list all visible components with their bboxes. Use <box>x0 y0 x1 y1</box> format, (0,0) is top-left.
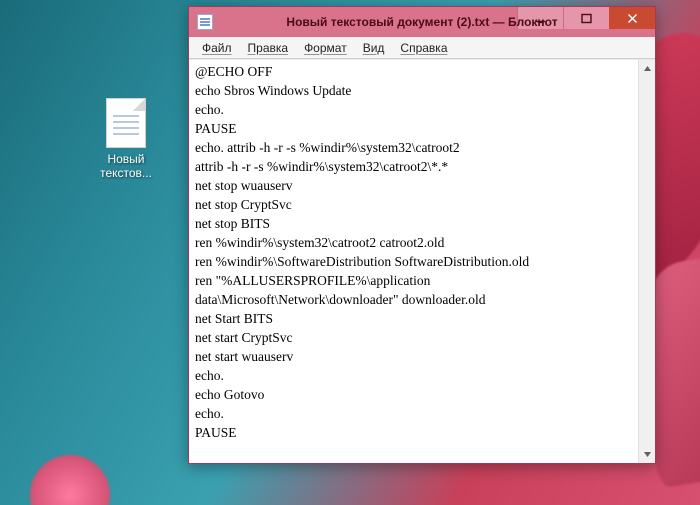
window-controls <box>517 7 655 37</box>
text-file-icon <box>106 98 146 148</box>
menu-edit[interactable]: Правка <box>241 39 296 57</box>
minimize-button[interactable] <box>517 7 563 29</box>
scroll-track[interactable] <box>639 77 655 446</box>
vertical-scrollbar[interactable] <box>638 60 655 463</box>
menu-format[interactable]: Формат <box>297 39 354 57</box>
notepad-app-icon <box>197 14 213 30</box>
maximize-button[interactable] <box>563 7 609 29</box>
menu-help[interactable]: Справка <box>393 39 454 57</box>
notepad-window: Новый текстовый документ (2).txt — Блокн… <box>188 6 656 464</box>
close-button[interactable] <box>609 7 655 29</box>
desktop-file-icon[interactable]: Новый текстов... <box>88 98 164 180</box>
menubar: Файл Правка Формат Вид Справка <box>189 37 655 59</box>
text-editor[interactable]: @ECHO OFF echo Sbros Windows Update echo… <box>189 60 638 463</box>
editor-area: @ECHO OFF echo Sbros Windows Update echo… <box>189 59 655 463</box>
desktop-icon-label: Новый текстов... <box>88 152 164 180</box>
wallpaper-petal <box>30 455 110 505</box>
menu-view[interactable]: Вид <box>356 39 392 57</box>
scroll-up-button[interactable] <box>639 60 655 77</box>
titlebar[interactable]: Новый текстовый документ (2).txt — Блокн… <box>189 7 655 37</box>
menu-file[interactable]: Файл <box>195 39 239 57</box>
scroll-down-button[interactable] <box>639 446 655 463</box>
